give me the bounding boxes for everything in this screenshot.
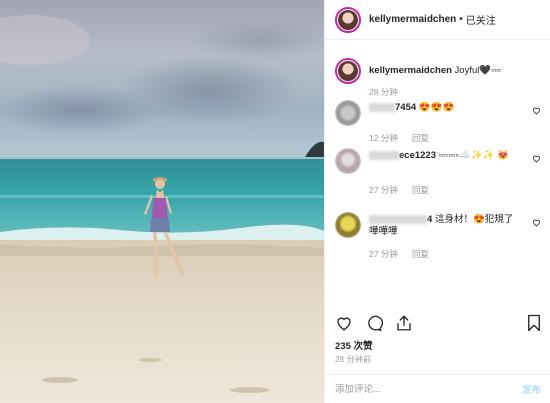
post-sidebar: kellymermaidchen • 已关注 kellymermaidchen … bbox=[324, 0, 550, 403]
beach-photo-image bbox=[0, 0, 324, 403]
author-avatar[interactable] bbox=[335, 6, 361, 33]
following-status-button[interactable]: 已关注 bbox=[466, 12, 496, 27]
comment-time: 12 分钟 bbox=[369, 133, 398, 143]
post-photo[interactable] bbox=[0, 0, 324, 403]
reply-button[interactable]: 回复 bbox=[412, 248, 429, 260]
commenter-avatar[interactable] bbox=[335, 100, 361, 126]
commenter-username[interactable]: 4 bbox=[369, 214, 432, 225]
comment-text: 😍😍😍 bbox=[418, 102, 455, 113]
share-icon[interactable] bbox=[395, 314, 413, 332]
comment-time: 27 分钟 bbox=[369, 249, 398, 259]
commenter-avatar[interactable] bbox=[335, 148, 361, 174]
likes-count[interactable]: 235 次赞 bbox=[335, 338, 373, 352]
add-comment-input[interactable] bbox=[335, 383, 485, 395]
small-heart-icon[interactable] bbox=[532, 154, 541, 163]
small-heart-icon[interactable] bbox=[532, 106, 541, 115]
action-bar bbox=[335, 314, 413, 332]
comment-item: ece1223 ▫▫▫▫▫▫☁️✨✨ 😻 27 分钟 回复 bbox=[335, 148, 545, 196]
comment-item: 4 這身材！😍犯規了 嘩嘩嘩 27 分钟 回复 bbox=[335, 212, 545, 260]
post-button[interactable]: 发布 bbox=[522, 382, 541, 396]
author-username[interactable]: kellymermaidchen bbox=[369, 14, 456, 25]
bookmark-icon[interactable] bbox=[526, 314, 542, 332]
heart-icon[interactable] bbox=[335, 314, 353, 332]
reply-button[interactable]: 回复 bbox=[412, 184, 429, 196]
separator-dot: • bbox=[459, 14, 463, 25]
caption-avatar[interactable] bbox=[335, 58, 361, 84]
caption: kellymermaidchen Joyful🖤▫▫▫ 28 分钟 bbox=[335, 58, 545, 98]
commenter-avatar[interactable] bbox=[335, 212, 361, 238]
post-header: kellymermaidchen • 已关注 bbox=[325, 0, 550, 40]
comment-item: 7454 😍😍😍 12 分钟 回复 bbox=[335, 100, 545, 144]
caption-text: Joyful🖤▫▫▫ bbox=[454, 65, 502, 76]
caption-username[interactable]: kellymermaidchen bbox=[369, 65, 452, 76]
add-comment-bar: 发布 bbox=[325, 374, 550, 403]
comment-time: 27 分钟 bbox=[369, 185, 398, 195]
comment-icon[interactable] bbox=[365, 314, 383, 332]
commenter-username[interactable]: 7454 bbox=[369, 102, 416, 113]
post-date: 28 分钟前 bbox=[335, 355, 372, 364]
comment-text: ▫▫▫▫▫▫☁️✨✨ 😻 bbox=[438, 150, 509, 161]
reply-button[interactable]: 回复 bbox=[412, 132, 429, 144]
small-heart-icon[interactable] bbox=[532, 218, 541, 227]
commenter-username[interactable]: ece1223 bbox=[369, 150, 436, 161]
caption-time: 28 分钟 bbox=[369, 87, 398, 97]
